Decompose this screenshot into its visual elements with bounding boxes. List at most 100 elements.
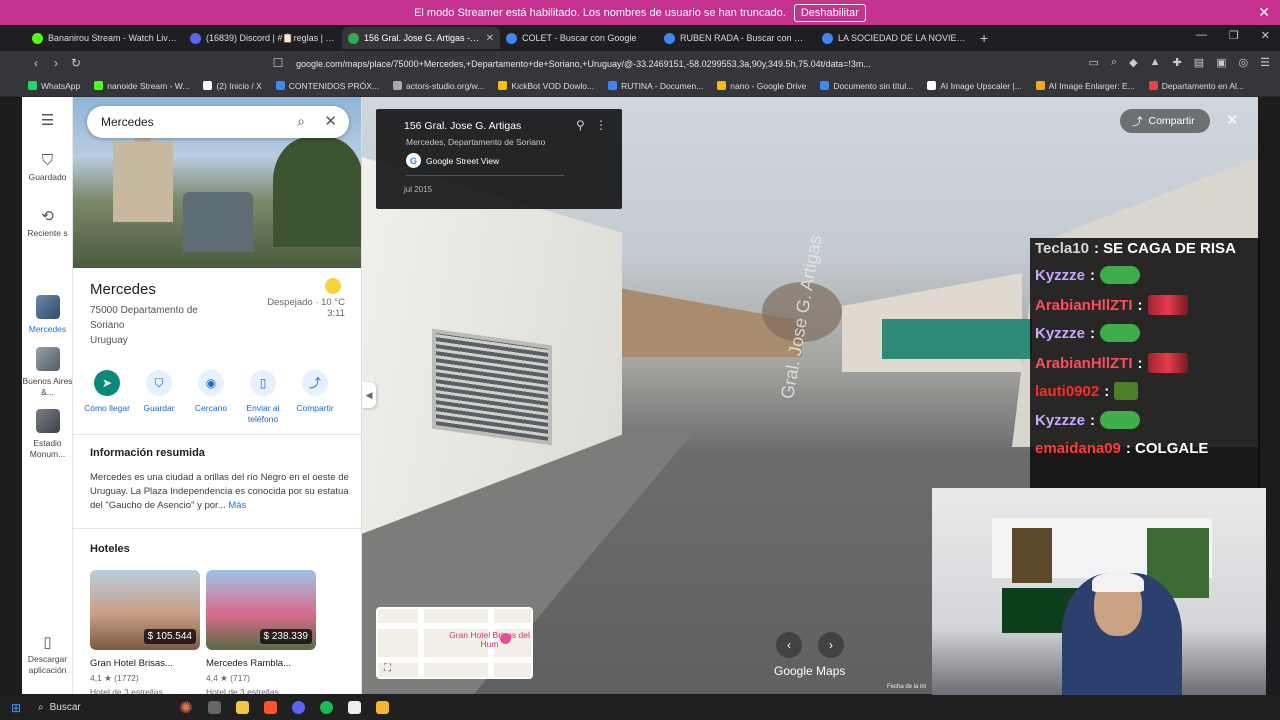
bookmark-item[interactable]: RUTINA - Documen... xyxy=(608,81,703,91)
sv-location: Mercedes, Departamento de Soriano xyxy=(406,137,546,147)
bookmark-item[interactable]: nanoide Stream - W... xyxy=(94,81,189,91)
brave-shield-icon[interactable]: ◆ xyxy=(1129,56,1137,69)
discord-icon[interactable] xyxy=(284,695,312,720)
chat-username[interactable]: Kyzzze xyxy=(1035,267,1085,284)
tab-sociedad[interactable]: LA SOCIEDAD DE LA NOVIE NUMA xyxy=(816,27,974,49)
menu-button[interactable]: ☰ xyxy=(22,113,73,132)
zoom-icon[interactable]: ⌕ xyxy=(1111,56,1117,69)
more-options-icon[interactable]: ⋮ xyxy=(595,118,607,132)
directions-button[interactable]: ➤ Cómo llegar xyxy=(81,370,133,425)
bookmark-item[interactable]: nano - Google Drive xyxy=(717,81,806,91)
search-box[interactable]: Mercedes ⌕ ✕ xyxy=(87,106,349,138)
bookmark-label: Departamento en Al... xyxy=(1161,80,1244,91)
menu-icon[interactable]: ☰ xyxy=(1260,56,1270,69)
bookmark-item[interactable]: actors-studio.org/w... xyxy=(393,81,484,91)
more-link[interactable]: Más xyxy=(228,500,246,511)
forward-icon[interactable]: › xyxy=(46,56,66,70)
extensions-icon[interactable]: ✚ xyxy=(1172,56,1181,69)
rail-item-recent[interactable]: ⟲ Reciente s xyxy=(22,209,73,239)
octopus-icon[interactable]: ✺ xyxy=(172,695,200,720)
bookmark-page-icon[interactable]: ☐ xyxy=(268,56,288,70)
reload-icon[interactable]: ↻ xyxy=(66,56,86,70)
rail-item-mercedes[interactable]: Mercedes xyxy=(22,295,73,335)
divider xyxy=(73,528,361,529)
chat-username[interactable]: ArabianHllZTI xyxy=(1035,355,1133,372)
clear-search-icon[interactable]: ✕ xyxy=(324,112,337,130)
chat-username[interactable]: ArabianHllZTI xyxy=(1035,297,1133,314)
vpn-icon[interactable]: ◎ xyxy=(1239,56,1249,69)
next-image-button[interactable]: › xyxy=(818,632,844,658)
hotel-card[interactable]: $ 238.339 Mercedes Rambla... 4,4 ★ (717)… xyxy=(206,570,316,694)
search-input[interactable]: Mercedes xyxy=(101,115,154,129)
street-view-source: G Google Street View xyxy=(406,153,499,168)
rail-item-estadio[interactable]: Estadio Monum... xyxy=(22,409,73,460)
bookmark-item[interactable]: (2) Inicio / X xyxy=(203,80,262,91)
bookmark-item[interactable]: KickBot VOD Dowlo... xyxy=(498,81,594,91)
poster xyxy=(1012,528,1052,583)
kick-icon[interactable] xyxy=(368,695,396,720)
bookmark-item[interactable]: WhatsApp xyxy=(28,81,80,91)
chat-username[interactable]: Kyzzze xyxy=(1035,325,1085,342)
tab-ruben-rada-search[interactable]: RUBEN RADA - Buscar con Google xyxy=(658,27,816,49)
hero-tree xyxy=(273,137,361,247)
tab-discord[interactable]: (16839) Discord | #📋reglas | banani xyxy=(184,27,342,49)
back-icon[interactable]: ‹ xyxy=(26,56,46,70)
rail-item-download-app[interactable]: ▯ Descargar aplicación xyxy=(22,635,73,676)
nearby-button[interactable]: ◉ Cercano xyxy=(185,370,237,425)
send-to-phone-button[interactable]: ▯ Enviar al teléfono xyxy=(237,370,289,425)
tab-kick[interactable]: Bananirou Stream - Watch Live o xyxy=(26,27,184,49)
rail-item-buenos-aires[interactable]: Buenos Aires &... xyxy=(22,347,73,398)
search-icon[interactable]: ⌕ xyxy=(297,113,305,130)
minimize-icon[interactable]: — xyxy=(1196,29,1207,42)
capcut-icon[interactable] xyxy=(340,695,368,720)
save-button[interactable]: ⛉ Guardar xyxy=(133,370,185,425)
chat-username[interactable]: lauti0902 xyxy=(1035,383,1099,400)
sidebar-icon[interactable]: ▤ xyxy=(1194,56,1204,69)
chat-username[interactable]: Tecla10 xyxy=(1035,240,1089,257)
bookmark-item[interactable]: CONTENIDOS PRÓX... xyxy=(275,81,379,91)
tab-google-maps[interactable]: 156 Gral. Jose G. Artigas - Goog ✕ xyxy=(342,27,500,49)
wallet-icon[interactable]: ▣ xyxy=(1216,56,1226,69)
street-view-minimap[interactable]: Gran Hotel Brisas del Hum ⛶ xyxy=(376,607,533,679)
close-tab-icon[interactable]: ✕ xyxy=(486,33,494,44)
restore-icon[interactable]: ❐ xyxy=(1229,29,1239,42)
close-window-icon[interactable]: ✕ xyxy=(1261,29,1270,42)
previous-image-button[interactable]: ‹ xyxy=(776,632,802,658)
bookmark-item[interactable]: AI Image Enlarger: E... xyxy=(1035,81,1135,91)
hotel-card[interactable]: $ 105.544 Gran Hotel Brisas... 4,1 ★ (17… xyxy=(90,570,200,694)
close-icon[interactable]: ✕ xyxy=(1258,4,1270,21)
windows-start-icon[interactable]: ⊞ xyxy=(0,695,32,720)
bookmark-label: nano - Google Drive xyxy=(730,80,807,91)
chat-username[interactable]: Kyzzze xyxy=(1035,412,1085,429)
brave-icon[interactable] xyxy=(256,695,284,720)
bookmark-item[interactable]: Departamento en Al... xyxy=(1148,80,1244,91)
bookmark-item[interactable]: Documento sin títul... xyxy=(820,81,913,91)
cast-icon[interactable]: ▭ xyxy=(1089,56,1099,69)
new-tab-button[interactable]: + xyxy=(980,30,988,46)
bookmark-item[interactable]: AI Image Upscaler |... xyxy=(927,81,1022,91)
url-field[interactable]: google.com/maps/place/75000+Mercedes,+De… xyxy=(296,55,896,72)
tab-strip: Bananirou Stream - Watch Live o (16839) … xyxy=(0,25,1280,51)
rail-item-label: Reciente s xyxy=(27,228,68,238)
capture-date[interactable]: jul 2015 xyxy=(404,185,432,194)
taskbar-search[interactable]: ⌕ Buscar xyxy=(32,695,172,720)
spotify-icon[interactable] xyxy=(312,695,340,720)
pin-icon[interactable]: ⚲ xyxy=(576,118,585,132)
disable-streamer-mode-button[interactable]: Deshabilitar xyxy=(793,3,866,22)
rewards-icon[interactable]: ▲ xyxy=(1150,56,1161,69)
share-button[interactable]: ⤴ Compartir xyxy=(289,370,341,425)
collapse-panel-button[interactable]: ◀ xyxy=(362,382,376,408)
hotel-rating: 4,4 ★ (717) xyxy=(206,673,251,683)
rail-item-saved[interactable]: ⛉ Guardado xyxy=(22,153,73,183)
share-button[interactable]: ⤴ Compartir xyxy=(1120,109,1210,133)
chat-username[interactable]: emaidana09 xyxy=(1035,440,1121,457)
hotel-name: Mercedes Rambla... xyxy=(206,658,292,669)
close-icon[interactable]: ✕ xyxy=(1226,111,1239,129)
task-view-icon[interactable] xyxy=(200,695,228,720)
expand-icon[interactable]: ⛶ xyxy=(384,663,391,674)
tab-colet-search[interactable]: COLET - Buscar con Google xyxy=(500,27,658,49)
bookmark-favicon-icon xyxy=(498,81,508,90)
place-subtitle: 75000 Departamento de Soriano xyxy=(90,305,198,331)
file-explorer-icon[interactable] xyxy=(228,695,256,720)
bookmark-label: (2) Inicio / X xyxy=(216,80,262,91)
